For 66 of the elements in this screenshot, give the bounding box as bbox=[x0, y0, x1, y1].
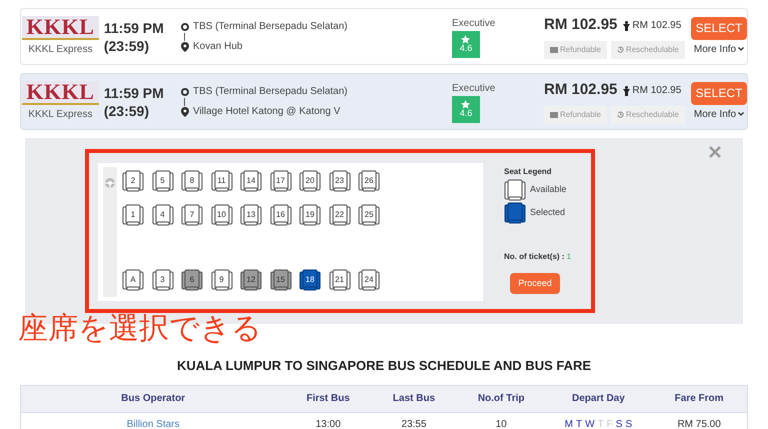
day-letter: W bbox=[585, 418, 595, 429]
pin-icon bbox=[180, 42, 189, 52]
policy-tag: Refundable bbox=[544, 106, 607, 124]
column-header: Fare From bbox=[674, 392, 725, 406]
person-icon bbox=[623, 86, 630, 96]
star-icon bbox=[461, 100, 470, 109]
day-letter: M bbox=[564, 418, 573, 429]
operator-logo: KKKL bbox=[22, 81, 99, 105]
rating-value: 4.6 bbox=[460, 109, 472, 118]
trip-card[interactable]: KKKL KKKL Express 11:59 PM (23:59) TBS (Terminal Bersepadu Selatan) Village Hotel Katong @ Katong V Executive 4.6 RM 102.95 RM 102.95 Refundable Reschedulable SELECT More Info bbox=[20, 73, 748, 130]
ticket-price: RM 102.95 bbox=[544, 15, 618, 36]
legend-label: Available bbox=[530, 183, 566, 196]
operator-link[interactable]: Billion Stars bbox=[21, 417, 286, 429]
history-icon bbox=[616, 111, 624, 118]
section-heading: KUALA LUMPUR TO SINGAPORE BUS SCHEDULE AND BUS FARE bbox=[176, 357, 592, 375]
pin-icon bbox=[180, 106, 189, 116]
origin-stop: TBS (Terminal Bersepadu Selatan) bbox=[192, 20, 348, 32]
ticket-count: No. of ticket(s) : 1 bbox=[504, 251, 572, 263]
legend-title: Seat Legend bbox=[504, 166, 553, 178]
origin-icon bbox=[180, 22, 189, 30]
annotation-text: 座席を選択できる bbox=[18, 314, 262, 344]
origin-icon bbox=[180, 88, 189, 96]
card-icon bbox=[550, 112, 558, 118]
ticket-price: RM 102.95 bbox=[544, 80, 618, 100]
more-info-link[interactable]: More Info bbox=[694, 106, 744, 122]
day-letter: T bbox=[576, 418, 582, 429]
seat-price: RM 102.95 bbox=[632, 19, 682, 33]
star-icon bbox=[461, 35, 470, 44]
rating-value: 4.6 bbox=[460, 44, 472, 53]
column-header: Last Bus bbox=[392, 392, 436, 406]
column-header: Depart Day bbox=[570, 392, 626, 406]
legend-label: Selected bbox=[530, 206, 566, 220]
table-cell-text: 23:55 bbox=[400, 418, 428, 429]
person-icon bbox=[623, 20, 630, 30]
table-cell-text: RM 75.00 bbox=[676, 418, 722, 429]
policy-tag: Reschedulable bbox=[610, 106, 685, 124]
column-header: No.of Trip bbox=[476, 392, 526, 406]
steering-wheel-icon bbox=[104, 177, 116, 189]
origin-stop: TBS (Terminal Bersepadu Selatan) bbox=[192, 86, 348, 98]
policy-tag: Refundable bbox=[544, 40, 607, 59]
day-letter: S bbox=[616, 418, 622, 429]
departure-time-24h: (23:59) bbox=[104, 36, 150, 54]
chevron-icon bbox=[738, 47, 744, 51]
departure-time: 11:59 PM bbox=[104, 18, 165, 36]
table-cell-text: 10 bbox=[494, 418, 508, 429]
day-letter: S bbox=[625, 418, 632, 429]
column-header: First Bus bbox=[305, 392, 351, 406]
bus-class: Executive bbox=[452, 82, 496, 96]
table-cell-text: 13:00 bbox=[314, 418, 342, 429]
bus-class: Executive bbox=[452, 16, 496, 30]
operator-logo: KKKL bbox=[22, 16, 99, 40]
destination-stop: Kovan Hub bbox=[192, 40, 242, 52]
trip-card[interactable]: KKKL KKKL Express 11:59 PM (23:59) TBS (Terminal Bersepadu Selatan) Kovan Hub Executive 4.6 RM 102.95 RM 102.95 Refundable Reschedulable SELECT More Info bbox=[20, 8, 748, 65]
destination-stop: Village Hotel Katong @ Katong V bbox=[192, 106, 340, 118]
seat-price: RM 102.95 bbox=[632, 84, 682, 98]
card-icon bbox=[550, 46, 558, 53]
operator-name: KKKL Express bbox=[28, 43, 92, 57]
operator-name: KKKL Express bbox=[28, 108, 92, 122]
chevron-icon bbox=[738, 112, 744, 116]
policy-tag: Reschedulable bbox=[610, 40, 685, 59]
close-button[interactable] bbox=[709, 146, 721, 158]
column-header: Bus Operator bbox=[120, 392, 186, 406]
more-info-link[interactable]: More Info bbox=[694, 42, 744, 56]
departure-time-24h: (23:59) bbox=[104, 102, 150, 120]
departure-time: 11:59 PM bbox=[104, 84, 165, 102]
history-icon bbox=[616, 46, 624, 54]
